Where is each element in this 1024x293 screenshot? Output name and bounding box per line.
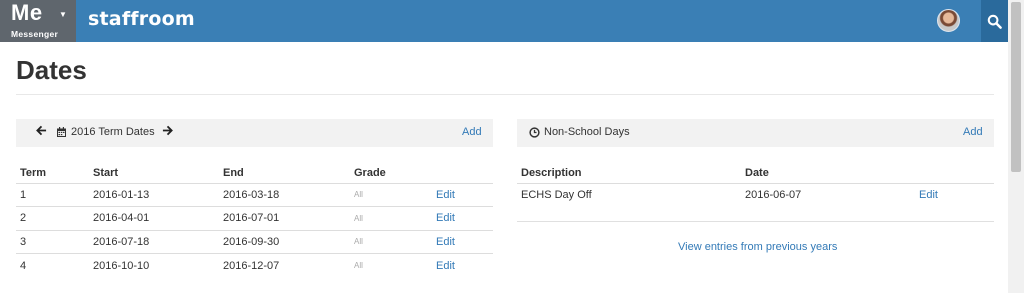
clock-icon [529,127,540,141]
col-end: End [219,163,350,184]
search-icon [987,14,1002,29]
edit-term-link[interactable]: Edit [436,212,455,224]
table-row: 1 2016-01-13 2016-03-18 All Edit [16,183,493,207]
table-header-row: Term Start End Grade [16,163,493,184]
top-navbar: Me ▼ Messenger staffroom [0,0,1008,42]
app-switcher-name: Me [11,0,43,25]
end-cell: 2016-03-18 [219,183,350,207]
grade-cell: All [350,183,432,207]
brand-logo[interactable]: staffroom [88,8,195,30]
date-cell: 2016-06-07 [745,189,802,201]
title-divider [16,94,994,95]
col-actions [432,163,493,184]
end-cell: 2016-09-30 [219,230,350,254]
non-school-days-table: Description Date ECHS Day Off 2016-06-07… [517,163,994,207]
arrow-left-icon[interactable] [36,125,47,139]
description-cell: ECHS Day Off [521,189,592,201]
table-row: ECHS Day Off 2016-06-07 Edit [517,183,994,207]
start-cell: 2016-07-18 [89,230,219,254]
search-button[interactable] [981,0,1008,42]
col-actions [915,163,994,184]
non-school-divider [517,221,994,222]
scrollbar-thumb[interactable] [1011,2,1021,172]
previous-years-link[interactable]: View entries from previous years [678,241,837,253]
calendar-icon [57,127,66,140]
add-term-button[interactable]: Add [462,126,482,138]
table-header-row: Description Date [517,163,994,184]
page-title: Dates [16,55,87,85]
col-term: Term [16,163,89,184]
app-switcher-subtitle: Messenger [11,29,59,39]
arrow-right-icon[interactable] [162,125,173,139]
grade-cell: All [350,230,432,254]
edit-non-school-day-link[interactable]: Edit [919,189,938,201]
term-dates-header: 2016 Term Dates Add [16,119,493,147]
page-scrollbar[interactable] [1008,0,1024,293]
edit-term-link[interactable]: Edit [436,189,455,201]
term-cell: 2 [16,206,89,231]
start-cell: 2016-01-13 [89,183,219,207]
col-grade: Grade [350,163,432,184]
term-dates-table: Term Start End Grade 1 2016-01-13 2016-0… [16,163,493,277]
table-row: 2 2016-04-01 2016-07-01 All Edit [16,206,493,231]
col-description: Description [517,163,741,184]
start-cell: 2016-04-01 [89,206,219,231]
term-cell: 3 [16,230,89,254]
end-cell: 2016-12-07 [223,259,280,272]
grade-cell: All [350,206,432,231]
non-school-days-title: Non-School Days [544,126,630,138]
term-dates-title: 2016 Term Dates [71,126,155,138]
non-school-days-header: Non-School Days Add [517,119,994,147]
grade-cell: All [354,261,363,270]
edit-term-link[interactable]: Edit [436,260,455,272]
table-row: 4 2016-10-10 2016-12-07 All Edit [16,254,493,278]
term-cell: 4 [20,259,27,272]
col-date: Date [741,163,915,184]
term-cell: 1 [16,183,89,207]
end-cell: 2016-07-01 [219,206,350,231]
add-non-school-day-button[interactable]: Add [963,126,983,138]
start-cell: 2016-10-10 [93,259,150,272]
table-row: 3 2016-07-18 2016-09-30 All Edit [16,230,493,254]
caret-down-icon: ▼ [59,10,67,19]
app-switcher-button[interactable]: Me ▼ Messenger [0,0,76,42]
col-start: Start [89,163,219,184]
user-avatar[interactable] [937,9,960,32]
edit-term-link[interactable]: Edit [436,236,455,248]
